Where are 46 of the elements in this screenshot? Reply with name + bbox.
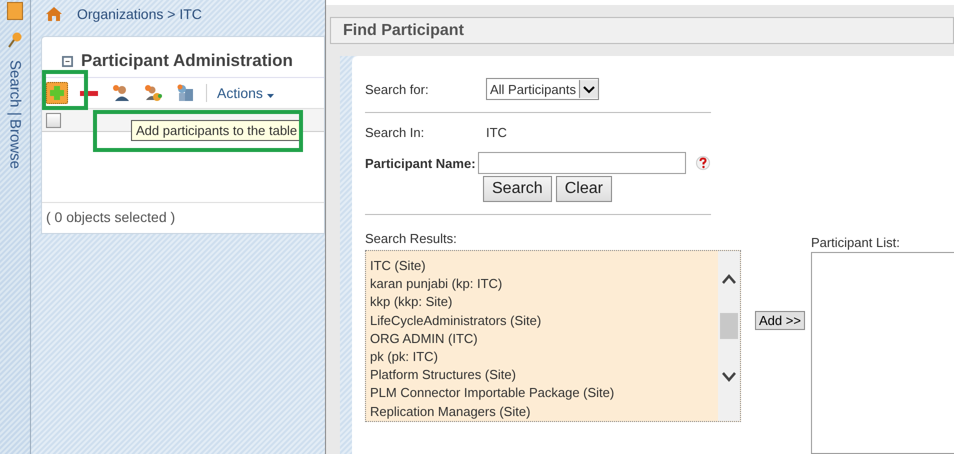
- actions-menu[interactable]: Actions: [217, 85, 274, 101]
- result-item[interactable]: karan punjabi (kp: ITC): [370, 275, 714, 294]
- chevron-up-icon[interactable]: [721, 273, 737, 285]
- result-item[interactable]: ORG ADMIN (ITC): [370, 330, 714, 348]
- select-all-checkbox[interactable]: [46, 112, 61, 128]
- result-item[interactable]: kkp (kkp: Site): [370, 293, 714, 312]
- dialog-button[interactable]: Search: [483, 176, 552, 202]
- buildings-icon: [176, 84, 194, 102]
- minus-icon: [80, 90, 98, 96]
- panel-title: Participant Administration: [81, 51, 293, 71]
- plus-icon: [48, 84, 66, 102]
- dialog-button[interactable]: Clear: [556, 176, 612, 202]
- breadcrumb[interactable]: Organizations > ITC: [77, 6, 202, 22]
- result-item[interactable]: PLM Connector Importable Package (Site): [370, 384, 714, 403]
- magnifier-icon: [8, 32, 22, 48]
- collapse-icon[interactable]: [62, 56, 73, 66]
- user-icon: [112, 84, 130, 102]
- result-item[interactable]: pk (pk: ITC): [370, 348, 714, 366]
- add-button[interactable]: Add >>: [755, 311, 805, 330]
- user-group-icon: [144, 84, 162, 102]
- result-item[interactable]: Replication Managers (Site): [370, 402, 714, 421]
- field-label: Search for:: [365, 82, 430, 96]
- field-label: Search In:: [365, 125, 426, 140]
- field-label: Participant Name:: [365, 156, 476, 170]
- result-item[interactable]: ITC (Site): [370, 257, 714, 276]
- highlight-frame: [42, 70, 88, 110]
- caret-icon: [266, 94, 274, 98]
- participant-name-field[interactable]: [478, 152, 686, 174]
- help-icon[interactable]: [696, 156, 710, 170]
- selection-status: ( 0 objects selected ): [45, 208, 176, 227]
- field-label: Participant List:: [810, 235, 901, 250]
- home-icon[interactable]: [45, 6, 63, 22]
- search-for-select[interactable]: All Participants: [486, 78, 599, 100]
- toolbar-button[interactable]: [142, 82, 164, 104]
- scrollbar[interactable]: [718, 251, 740, 421]
- chevron-down-icon[interactable]: [721, 371, 737, 383]
- separator-text: |: [6, 112, 24, 116]
- field-value: ITC: [486, 125, 507, 140]
- field-label: Search Results:: [365, 231, 458, 246]
- result-item[interactable]: Platform Structures (Site): [370, 366, 714, 384]
- toolbar-button[interactable]: [110, 82, 132, 104]
- sidebar-link[interactable]: Browse: [6, 119, 24, 170]
- scrollbar-thumb[interactable]: [720, 313, 738, 339]
- sidebar-link[interactable]: Search: [6, 60, 24, 108]
- dialog-title: Find Participant: [330, 17, 954, 44]
- result-item[interactable]: LifeCycleAdministrators (Site): [370, 312, 714, 330]
